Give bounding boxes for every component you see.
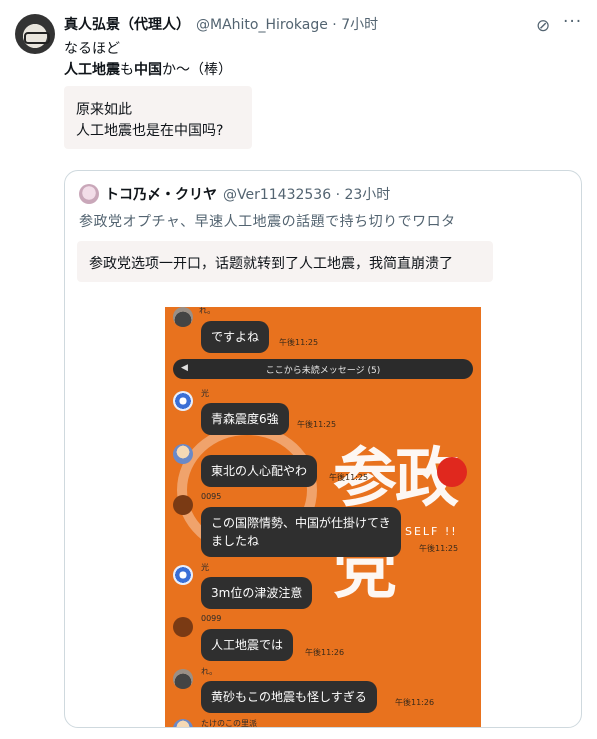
- chat-bubble-line: この国際情勢、中国が仕掛けてき: [211, 516, 391, 530]
- chat-time: 午後11:26: [305, 648, 345, 657]
- quoted-post[interactable]: トコ乃〆・クリヤ @Ver11432536 · 23小时 参政党オプチャ、早速人工…: [64, 170, 582, 728]
- chat-bubble: 人工地震では: [201, 629, 294, 661]
- unread-divider: ◀ ここから未読メッセージ (5): [173, 359, 473, 379]
- post-text-part: か～（棒）: [162, 62, 232, 78]
- chat-avatar: [173, 444, 193, 464]
- chat-bubble: 東北の人心配やわ: [201, 455, 318, 487]
- author-handle[interactable]: @MAhito_Hirokage · 7小时: [196, 17, 378, 33]
- translation-line: 原来如此: [76, 102, 132, 118]
- chat-avatar: [173, 669, 193, 689]
- quote-header: トコ乃〆・クリヤ @Ver11432536 · 23小时: [105, 184, 390, 204]
- quote-translation-box: 参政党选项一开口，话题就转到了人工地震，我简直崩溃了: [77, 241, 493, 282]
- quote-author-name[interactable]: トコ乃〆・クリヤ: [105, 187, 217, 203]
- chat-time: 午後11:25: [329, 473, 369, 482]
- chat-bubble: 3m位の津波注意: [201, 577, 313, 609]
- chat-avatar: [173, 391, 193, 411]
- quote-text: 参政党オプチャ、早速人工地震の話題で持ち切りでワロタ: [79, 214, 456, 230]
- chat-time: 午後11:25: [419, 544, 459, 553]
- chat-avatar: [173, 495, 193, 515]
- quote-translation: 参政党选项一开口，话题就转到了人工地震，我简直崩溃了: [89, 256, 453, 272]
- chat-sender: たけのこの里派: [201, 719, 257, 728]
- post-text-line1: なるほど: [64, 41, 120, 57]
- post-text-part: も: [120, 62, 134, 78]
- post-header: 真人弘景（代理人） @MAhito_Hirokage · 7小时: [64, 14, 378, 34]
- watermark-dot: [437, 457, 467, 487]
- watermark-sub: SELF !!: [405, 525, 458, 538]
- post-text-bold: 人工地震: [64, 62, 120, 78]
- chat-bubble: 黄砂もこの地震も怪しすぎる: [201, 681, 377, 713]
- quote-author-handle[interactable]: @Ver11432536 · 23小时: [223, 187, 390, 203]
- chat-sender: 光: [201, 563, 209, 572]
- grok-icon[interactable]: ⊘: [536, 16, 550, 36]
- post-text-line2: 人工地震も中国か～（棒）: [64, 59, 232, 79]
- chat-avatar: [173, 617, 193, 637]
- author-avatar[interactable]: [15, 14, 55, 54]
- chat-time: 午後11:25: [297, 420, 337, 429]
- chat-avatar: [173, 719, 193, 727]
- chat-avatar: [173, 307, 193, 327]
- chat-avatar: [173, 565, 193, 585]
- quote-author-avatar[interactable]: [79, 184, 99, 204]
- chat-sender: れ。: [199, 307, 216, 315]
- unread-label: ここから未読メッセージ (5): [265, 366, 381, 376]
- more-icon[interactable]: ···: [563, 12, 582, 32]
- chat-bubble: ですよね: [201, 321, 270, 353]
- translation-line: 人工地震也是在中国吗?: [76, 123, 224, 139]
- translation-box: 原来如此 人工地震也是在中国吗?: [64, 86, 252, 149]
- chat-time: 午後11:25: [279, 338, 319, 347]
- post-text-bold: 中国: [134, 62, 162, 78]
- chat-bubble-line: ましたね: [211, 534, 260, 548]
- chat-sender: 0099: [201, 614, 222, 623]
- chat-sender: れ。: [201, 667, 218, 676]
- chat-sender: 0095: [201, 492, 222, 501]
- chat-sender: 光: [201, 389, 209, 398]
- chat-time: 午後11:26: [395, 698, 435, 707]
- chat-bubble: この国際情勢、中国が仕掛けてき ましたね: [201, 507, 401, 557]
- author-name[interactable]: 真人弘景（代理人）: [64, 17, 190, 33]
- chat-screenshot-image[interactable]: 参政党 SELF !! れ。 ですよね 午後11:25 ◀ ここから未読メッセー…: [165, 307, 481, 728]
- chat-bubble: 青森震度6強: [201, 403, 289, 435]
